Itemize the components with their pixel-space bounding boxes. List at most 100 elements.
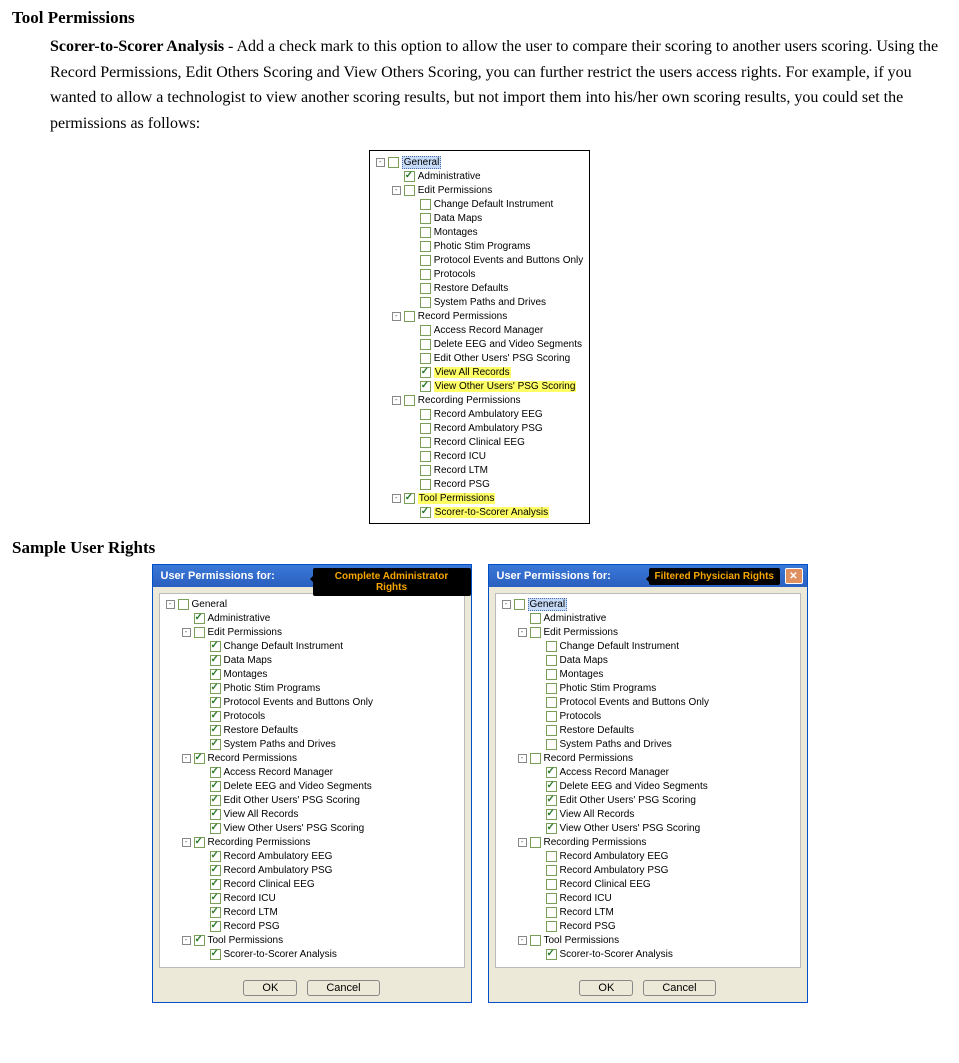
tree-item-photic_stim_programs[interactable]: Photic Stim Programs (164, 681, 460, 695)
tree-item-view_other_psg[interactable]: View Other Users' PSG Scoring (374, 379, 584, 393)
tree-item-record_psg[interactable]: Record PSG (500, 919, 796, 933)
checkbox[interactable] (194, 837, 205, 848)
expander-icon[interactable]: - (166, 600, 175, 609)
checkbox[interactable] (210, 641, 221, 652)
tree-item-system_paths_drives[interactable]: System Paths and Drives (164, 737, 460, 751)
tree-item-restore_defaults[interactable]: Restore Defaults (374, 281, 584, 295)
checkbox[interactable] (194, 627, 205, 638)
tree-item-montages[interactable]: Montages (164, 667, 460, 681)
tree-item-tool_permissions[interactable]: -Tool Permissions (164, 933, 460, 947)
checkbox[interactable] (420, 269, 431, 280)
tree-item-tool_permissions[interactable]: -Tool Permissions (374, 491, 584, 505)
tree-item-view_other_psg[interactable]: View Other Users' PSG Scoring (500, 821, 796, 835)
tree-item-montages[interactable]: Montages (374, 225, 584, 239)
tree-item-edit_other_psg[interactable]: Edit Other Users' PSG Scoring (374, 351, 584, 365)
checkbox[interactable] (514, 599, 525, 610)
tree-item-record_icu[interactable]: Record ICU (374, 449, 584, 463)
tree-item-protocols[interactable]: Protocols (500, 709, 796, 723)
tree-item-recording_permissions[interactable]: -Recording Permissions (500, 835, 796, 849)
checkbox[interactable] (546, 893, 557, 904)
tree-item-edit_permissions[interactable]: -Edit Permissions (500, 625, 796, 639)
tree-item-restore_defaults[interactable]: Restore Defaults (164, 723, 460, 737)
tree-item-protocols[interactable]: Protocols (164, 709, 460, 723)
checkbox[interactable] (210, 669, 221, 680)
expander-icon[interactable]: - (182, 628, 191, 637)
ok-button[interactable]: OK (243, 980, 297, 996)
checkbox[interactable] (194, 613, 205, 624)
checkbox[interactable] (420, 507, 431, 518)
tree-item-general[interactable]: -General (500, 597, 796, 611)
tree-item-record_ambulatory_psg[interactable]: Record Ambulatory PSG (164, 863, 460, 877)
tree-item-record_ambulatory_eeg[interactable]: Record Ambulatory EEG (500, 849, 796, 863)
tree-item-change_default_instrument[interactable]: Change Default Instrument (164, 639, 460, 653)
checkbox[interactable] (388, 157, 399, 168)
tree-item-tool_permissions[interactable]: -Tool Permissions (500, 933, 796, 947)
tree-item-general[interactable]: -General (164, 597, 460, 611)
tree-item-access_record_manager[interactable]: Access Record Manager (500, 765, 796, 779)
checkbox[interactable] (210, 921, 221, 932)
checkbox[interactable] (210, 851, 221, 862)
tree-item-recording_permissions[interactable]: -Recording Permissions (164, 835, 460, 849)
checkbox[interactable] (546, 907, 557, 918)
tree-item-record_ambulatory_eeg[interactable]: Record Ambulatory EEG (164, 849, 460, 863)
checkbox[interactable] (420, 339, 431, 350)
checkbox[interactable] (420, 451, 431, 462)
checkbox[interactable] (210, 697, 221, 708)
checkbox[interactable] (420, 227, 431, 238)
tree-item-record_ambulatory_eeg[interactable]: Record Ambulatory EEG (374, 407, 584, 421)
checkbox[interactable] (420, 325, 431, 336)
expander-icon[interactable]: - (518, 628, 527, 637)
checkbox[interactable] (530, 935, 541, 946)
checkbox[interactable] (194, 935, 205, 946)
expander-icon[interactable]: - (392, 186, 401, 195)
checkbox[interactable] (546, 879, 557, 890)
checkbox[interactable] (546, 655, 557, 666)
checkbox[interactable] (210, 767, 221, 778)
tree-item-scorer_to_scorer[interactable]: Scorer-to-Scorer Analysis (374, 505, 584, 519)
tree-item-record_icu[interactable]: Record ICU (500, 891, 796, 905)
checkbox[interactable] (210, 809, 221, 820)
expander-icon[interactable]: - (182, 838, 191, 847)
tree-item-view_all_records[interactable]: View All Records (164, 807, 460, 821)
tree-item-record_psg[interactable]: Record PSG (374, 477, 584, 491)
tree-item-record_permissions[interactable]: -Record Permissions (164, 751, 460, 765)
checkbox[interactable] (210, 907, 221, 918)
expander-icon[interactable]: - (392, 396, 401, 405)
checkbox[interactable] (546, 865, 557, 876)
expander-icon[interactable]: - (182, 936, 191, 945)
expander-icon[interactable]: - (518, 838, 527, 847)
checkbox[interactable] (420, 423, 431, 434)
checkbox[interactable] (210, 781, 221, 792)
checkbox[interactable] (404, 171, 415, 182)
checkbox[interactable] (530, 753, 541, 764)
checkbox[interactable] (530, 613, 541, 624)
tree-item-edit_other_psg[interactable]: Edit Other Users' PSG Scoring (500, 793, 796, 807)
checkbox[interactable] (546, 711, 557, 722)
checkbox[interactable] (420, 199, 431, 210)
tree-item-data_maps[interactable]: Data Maps (500, 653, 796, 667)
cancel-button[interactable]: Cancel (307, 980, 379, 996)
checkbox[interactable] (210, 823, 221, 834)
cancel-button[interactable]: Cancel (643, 980, 715, 996)
tree-item-record_ltm[interactable]: Record LTM (500, 905, 796, 919)
tree-item-record_permissions[interactable]: -Record Permissions (374, 309, 584, 323)
checkbox[interactable] (420, 479, 431, 490)
checkbox[interactable] (546, 641, 557, 652)
tree-item-system_paths_drives[interactable]: System Paths and Drives (500, 737, 796, 751)
tree-item-view_all_records[interactable]: View All Records (500, 807, 796, 821)
tree-item-access_record_manager[interactable]: Access Record Manager (164, 765, 460, 779)
tree-item-access_record_manager[interactable]: Access Record Manager (374, 323, 584, 337)
tree-item-data_maps[interactable]: Data Maps (374, 211, 584, 225)
checkbox[interactable] (420, 241, 431, 252)
tree-item-photic_stim_programs[interactable]: Photic Stim Programs (500, 681, 796, 695)
tree-item-administrative[interactable]: Administrative (164, 611, 460, 625)
tree-item-record_clinical_eeg[interactable]: Record Clinical EEG (164, 877, 460, 891)
checkbox[interactable] (420, 255, 431, 266)
tree-item-delete_eeg_video[interactable]: Delete EEG and Video Segments (500, 779, 796, 793)
checkbox[interactable] (420, 367, 431, 378)
tree-item-protocols[interactable]: Protocols (374, 267, 584, 281)
checkbox[interactable] (546, 949, 557, 960)
checkbox[interactable] (420, 297, 431, 308)
expander-icon[interactable]: - (392, 494, 401, 503)
checkbox[interactable] (546, 669, 557, 680)
